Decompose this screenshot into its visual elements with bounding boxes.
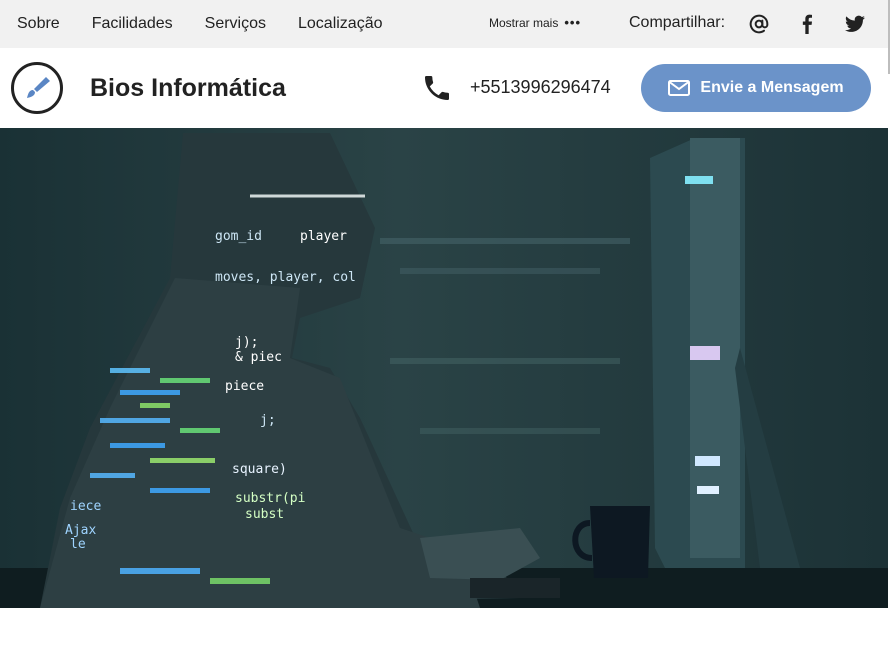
phone-number[interactable]: +5513996296474: [470, 77, 611, 98]
site-header: Bios Informática +5513996296474 Envie a …: [0, 48, 888, 128]
nav-item-servicos[interactable]: Serviços: [205, 15, 266, 33]
code-line: gom_id: [215, 229, 262, 244]
top-bar: Sobre Facilidades Serviços Localização M…: [0, 0, 888, 48]
nav-item-localizacao[interactable]: Localização: [298, 15, 383, 33]
envelope-icon: [668, 80, 691, 96]
send-message-label: Envie a Mensagem: [700, 79, 844, 96]
programmer-illustration: gom_id player moves, player, col j); & p…: [0, 128, 888, 608]
code-line: substr(pi: [235, 491, 305, 506]
code-line: square): [232, 462, 287, 477]
phone-icon: [421, 72, 453, 104]
twitter-icon[interactable]: [843, 12, 867, 36]
code-line: subst: [245, 507, 284, 522]
logo-brush-icon[interactable]: [11, 62, 63, 114]
nav-item-sobre[interactable]: Sobre: [17, 15, 60, 33]
share-label: Compartilhar:: [629, 14, 726, 31]
code-line: le: [70, 537, 86, 552]
brand-name[interactable]: Bios Informática: [90, 74, 286, 103]
send-message-button[interactable]: Envie a Mensagem: [641, 64, 871, 112]
code-line: iece: [70, 499, 101, 514]
facebook-icon[interactable]: [795, 12, 819, 36]
nav-item-facilidades[interactable]: Facilidades: [92, 15, 173, 33]
show-more-button[interactable]: Mostrar mais •••: [489, 15, 581, 30]
code-line: piece: [225, 379, 264, 394]
show-more-label: Mostrar mais: [489, 15, 559, 30]
code-line: player: [300, 229, 347, 244]
hero-image: gom_id player moves, player, col j); & p…: [0, 128, 888, 608]
at-icon[interactable]: [747, 12, 771, 36]
code-line: Ajax: [65, 523, 96, 538]
code-line: j);: [235, 335, 258, 350]
more-dots-icon: •••: [564, 15, 581, 30]
code-line: moves, player, col: [215, 270, 356, 285]
code-line: & piec: [235, 350, 282, 365]
code-line: j;: [260, 413, 276, 428]
